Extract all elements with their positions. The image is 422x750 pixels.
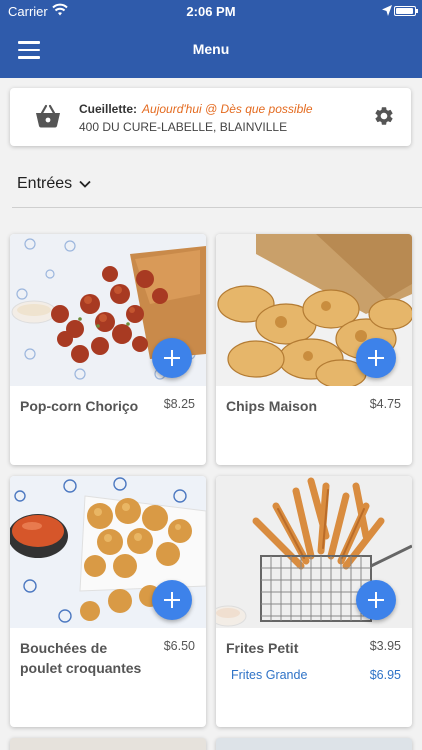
item-name: Bouchées de poulet croquantes xyxy=(20,640,142,676)
pickup-address: 400 DU CURE-LABELLE, BLAINVILLE xyxy=(79,120,288,134)
status-bar: Carrier 2:06 PM xyxy=(0,0,422,22)
page-title: Menu xyxy=(192,41,230,57)
item-variant-price[interactable]: $6.95 xyxy=(370,668,401,682)
item-name: Frites Petit xyxy=(226,640,299,656)
item-name: Chips Maison xyxy=(226,398,318,414)
pickup-time: Aujourd'hui @ Dès que possible xyxy=(142,102,313,116)
nav-bar: Menu xyxy=(0,22,422,78)
battery-icon xyxy=(394,6,418,16)
gear-icon[interactable] xyxy=(373,105,395,127)
item-price: $3.95 xyxy=(369,639,401,653)
category-dropdown[interactable]: Entrées xyxy=(17,175,91,193)
menu-item-card[interactable] xyxy=(10,738,206,750)
pickup-time-line: Cueillette: Aujourd'hui @ Dès que possibl… xyxy=(79,102,313,116)
add-to-cart-button[interactable] xyxy=(152,580,192,620)
item-name: Pop-corn Choriço xyxy=(20,398,139,414)
item-price: $4.75 xyxy=(369,397,401,411)
item-variant-name[interactable]: Frites Grande xyxy=(231,668,307,682)
add-to-cart-button[interactable] xyxy=(152,338,192,378)
location-arrow-icon xyxy=(382,5,392,16)
item-price: $6.50 xyxy=(163,639,195,653)
menu-item-card[interactable]: Chips Maison $4.75 xyxy=(216,234,412,465)
chevron-down-icon xyxy=(79,180,91,188)
divider xyxy=(12,207,422,208)
category-label: Entrées xyxy=(17,175,73,192)
menu-item-card[interactable]: Bouchées de poulet croquantes $6.50 xyxy=(10,476,206,727)
menu-item-card[interactable]: Frites Petit $3.95 Frites Grande $6.95 xyxy=(216,476,412,727)
menu-item-card[interactable] xyxy=(216,738,412,750)
clock: 2:06 PM xyxy=(186,4,236,19)
add-to-cart-button[interactable] xyxy=(356,580,396,620)
pickup-info-card[interactable]: Cueillette: Aujourd'hui @ Dès que possibl… xyxy=(10,88,411,146)
add-to-cart-button[interactable] xyxy=(356,338,396,378)
item-price: $8.25 xyxy=(163,397,195,411)
menu-item-card[interactable]: Pop-corn Choriço $8.25 xyxy=(10,234,206,465)
pickup-label: Cueillette: xyxy=(79,102,138,116)
basket-icon xyxy=(36,104,60,128)
